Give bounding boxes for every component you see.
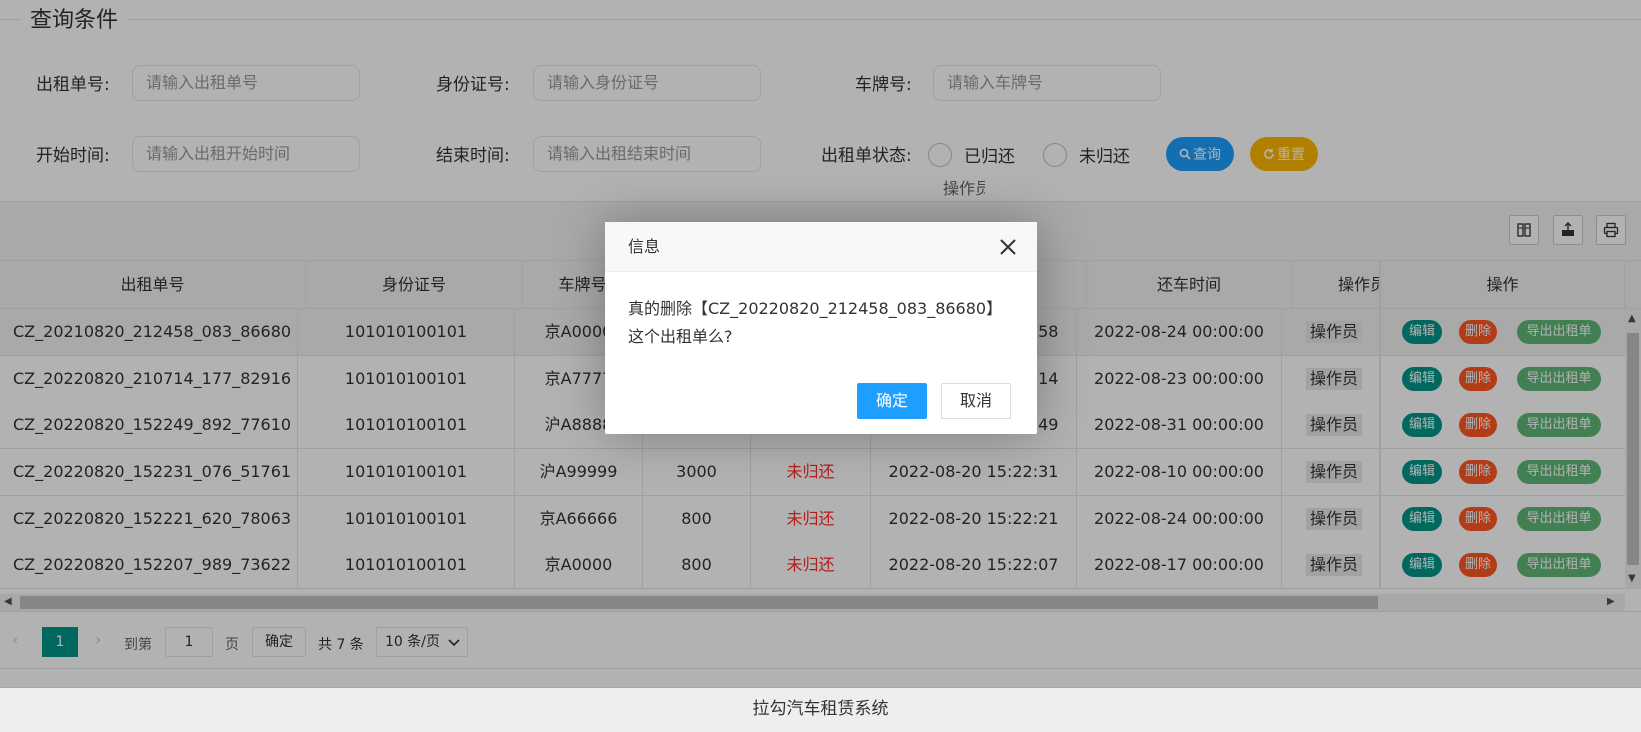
cancel-button[interactable]: 取消 (941, 383, 1012, 419)
close-icon[interactable] (999, 238, 1017, 256)
confirm-button[interactable]: 确定 (857, 383, 928, 419)
confirm-dialog: 信息 真的删除【CZ_20220820_212458_083_86680】这个出… (605, 222, 1037, 434)
dialog-title: 信息 (605, 222, 1037, 272)
dialog-message: 真的删除【CZ_20220820_212458_083_86680】这个出租单么… (628, 299, 1003, 346)
footer: 拉勾汽车租赁系统 (0, 687, 1641, 732)
